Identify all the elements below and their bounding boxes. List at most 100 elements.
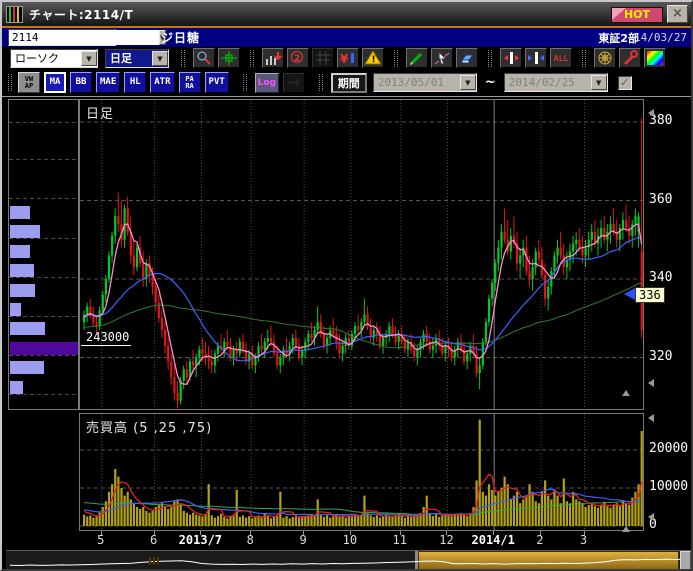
- history-navigator[interactable]: [6, 550, 691, 570]
- candle-body: [270, 338, 272, 342]
- alert-icon[interactable]: !: [362, 48, 384, 68]
- candle-body: [578, 240, 580, 248]
- profile-bar: [10, 206, 30, 219]
- timeframe-select[interactable]: 日足 ▼: [105, 49, 169, 68]
- indicator-button-pvt[interactable]: PVT: [205, 72, 229, 93]
- indicator-button-vwap[interactable]: VWAP: [18, 72, 40, 93]
- max-volume-price-label: 243000: [86, 330, 129, 344]
- axis-scroll-up-icon[interactable]: [648, 109, 654, 117]
- period-button[interactable]: 期間: [331, 73, 367, 93]
- indicator-button-para[interactable]: PARA: [179, 72, 201, 93]
- chevron-down-icon[interactable]: ▼: [81, 51, 97, 66]
- toolbar-grip[interactable]: [488, 50, 492, 67]
- volume-bar: [522, 499, 524, 526]
- candle-body: [625, 220, 627, 228]
- close-icon[interactable]: ×: [667, 5, 688, 23]
- candle-body: [550, 271, 552, 287]
- panel-resize-icon[interactable]: [622, 390, 630, 396]
- zoom-secondary-icon[interactable]: 2: [287, 48, 309, 68]
- volume-bar: [563, 479, 565, 527]
- volume-bar: [102, 507, 104, 526]
- pointer-icon[interactable]: [431, 48, 453, 68]
- price-plot[interactable]: [80, 100, 643, 409]
- volume-bar: [167, 509, 169, 526]
- candle-body: [180, 381, 182, 401]
- volume-bar: [136, 507, 138, 526]
- indicator-button-mae[interactable]: MAE: [96, 72, 120, 93]
- stock-code-combo[interactable]: ▼: [8, 29, 116, 46]
- profile-gridline: [9, 159, 78, 160]
- indicator-button-ma[interactable]: MA: [44, 72, 66, 93]
- navigator-line: [10, 559, 686, 565]
- vol-axis-scroll-down-icon[interactable]: [648, 513, 654, 521]
- volume-bar: [410, 517, 412, 526]
- period-to-select[interactable]: 2014/02/25 ▼: [504, 73, 608, 92]
- log-scale-button[interactable]: Log: [255, 73, 279, 93]
- wrench-icon[interactable]: [619, 48, 641, 68]
- volume-bar: [176, 499, 178, 526]
- indicator-button-bb[interactable]: BB: [70, 72, 92, 93]
- volume-bar: [535, 501, 537, 526]
- toolbar-grip[interactable]: [250, 50, 254, 67]
- period-checkbox[interactable]: ✓: [618, 76, 632, 90]
- chevron-down-icon[interactable]: ▼: [591, 75, 607, 90]
- candle-body: [108, 255, 110, 279]
- price-panel[interactable]: [79, 99, 644, 410]
- navigator-grip-icon[interactable]: [149, 557, 151, 565]
- grid-icon[interactable]: [312, 48, 334, 68]
- candle-body: [391, 326, 393, 334]
- chart-type-select[interactable]: ローソク ▼: [10, 49, 98, 68]
- volume-bar: [391, 517, 393, 526]
- zoom-icon[interactable]: [193, 48, 215, 68]
- volume-bar: [139, 509, 141, 526]
- titlebar[interactable]: チャート:2114/T: [2, 2, 691, 26]
- vol-panel-resize-icon[interactable]: [622, 526, 630, 532]
- next-arrow-icon[interactable]: →: [283, 73, 305, 93]
- candle-body: [560, 248, 562, 256]
- navigator-end-button[interactable]: [680, 551, 691, 571]
- vol-axis-scroll-up-icon[interactable]: [648, 414, 654, 422]
- eraser-icon[interactable]: [456, 48, 478, 68]
- profile-bar: [10, 303, 21, 316]
- toolbar-grip[interactable]: [582, 50, 586, 67]
- chevron-down-icon[interactable]: ▼: [152, 51, 168, 66]
- navigator-grip-icon[interactable]: [157, 557, 159, 565]
- current-date: 14/03/27: [634, 31, 687, 44]
- period-from-select[interactable]: 2013/05/01 ▼: [373, 73, 477, 92]
- hot-button[interactable]: HOT: [611, 7, 663, 23]
- yen-marker-icon[interactable]: ¥: [337, 48, 359, 68]
- indicator-button-atr[interactable]: ATR: [150, 72, 174, 93]
- svg-text:¥: ¥: [340, 52, 349, 66]
- volume-bar: [432, 516, 434, 526]
- toolbar-grip[interactable]: [319, 74, 323, 91]
- candle-body: [99, 310, 101, 326]
- show-all-icon[interactable]: ALL: [550, 48, 572, 68]
- pencil-icon[interactable]: [406, 48, 428, 68]
- chart-download-icon[interactable]: [262, 48, 284, 68]
- navigator-grip-icon[interactable]: [153, 557, 155, 565]
- candle-body: [444, 346, 446, 354]
- volume-bar: [152, 511, 154, 526]
- volume-bar: [544, 480, 546, 526]
- candle-body: [491, 283, 493, 299]
- crosshair-icon[interactable]: [218, 48, 240, 68]
- time-axis-label: 11: [392, 533, 406, 547]
- palette-icon[interactable]: [644, 48, 666, 68]
- volume-bar: [95, 516, 97, 526]
- volume-bar: [105, 501, 107, 526]
- indicator-button-hl[interactable]: HL: [124, 72, 146, 93]
- toolbar-grip[interactable]: [181, 50, 185, 67]
- web-settings-icon[interactable]: [594, 48, 616, 68]
- axis-scroll-down-icon[interactable]: [648, 379, 654, 387]
- toolbar-grip[interactable]: [243, 74, 247, 91]
- candle-body: [547, 287, 549, 299]
- volume-bar: [429, 515, 431, 526]
- candle-narrow-icon[interactable]: [500, 48, 522, 68]
- candle-widen-icon[interactable]: [525, 48, 547, 68]
- volume-profile-panel: [8, 99, 79, 410]
- candle-body: [186, 369, 188, 377]
- candle-body: [239, 342, 241, 354]
- toolbar-grip[interactable]: [394, 50, 398, 67]
- profile-gridline: [9, 355, 78, 356]
- chevron-down-icon[interactable]: ▼: [460, 75, 476, 90]
